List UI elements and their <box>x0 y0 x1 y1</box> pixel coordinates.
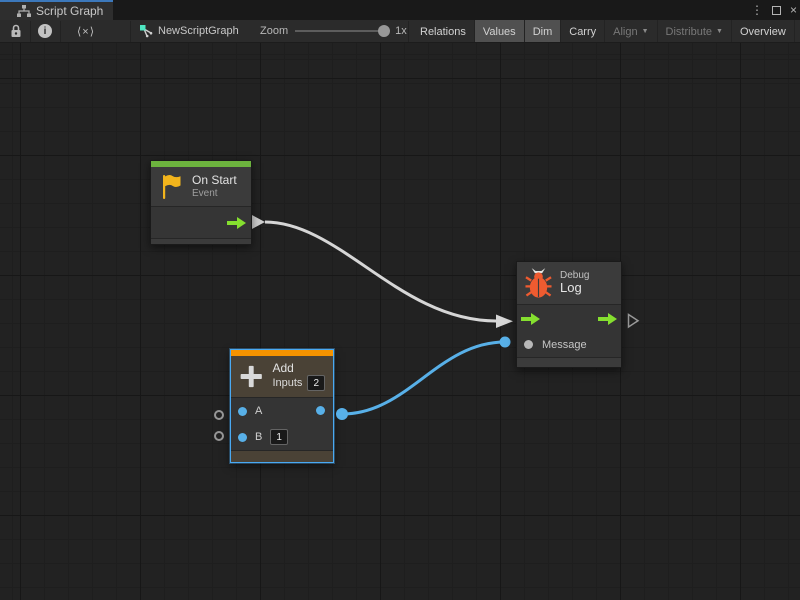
info-icon: i <box>38 24 52 38</box>
toolbar-divider <box>408 21 409 42</box>
node-header: Add Inputs 2 <box>231 356 333 398</box>
toolbar-divider <box>30 21 31 42</box>
node-title: On Start <box>192 174 237 188</box>
graph-toolbar: i ⟨×⟩ NewScriptGraph Zoom 1x Relations <box>0 20 800 43</box>
sum-output-port[interactable] <box>316 406 325 415</box>
flow-continuation-triangle[interactable] <box>629 315 639 328</box>
wire-start-triangle <box>251 215 265 230</box>
zoom-value: 1x <box>395 25 407 37</box>
debug-log-node[interactable]: Debug Log Message <box>516 261 622 368</box>
node-footer <box>151 238 251 244</box>
node-footer <box>231 450 333 462</box>
port-label: B <box>255 431 262 443</box>
sum-output-connection-dot[interactable] <box>336 408 348 420</box>
tab-script-graph[interactable]: Script Graph <box>0 0 113 20</box>
unconnected-port-ring-b[interactable] <box>214 431 224 441</box>
full-screen-button[interactable]: Full S <box>795 20 800 43</box>
flow-input-port[interactable] <box>521 313 540 325</box>
chevron-down-icon: ▼ <box>642 28 649 35</box>
info-button[interactable]: i <box>34 20 56 42</box>
align-dropdown[interactable]: Align ▼ <box>605 20 657 43</box>
graph-hierarchy-icon <box>17 5 31 17</box>
port-dot <box>524 340 533 349</box>
overview-button[interactable]: Overview <box>732 20 795 43</box>
relations-button[interactable]: Relations <box>412 20 475 43</box>
zoom-slider-handle[interactable] <box>378 25 390 37</box>
close-icon[interactable]: × <box>790 0 797 20</box>
node-footer <box>517 357 621 367</box>
zoom-label: Zoom <box>260 25 288 37</box>
toolbar-divider <box>60 21 61 42</box>
distribute-dropdown[interactable]: Distribute ▼ <box>658 20 732 43</box>
code-icon: ⟨×⟩ <box>77 25 95 38</box>
port-label: A <box>255 405 262 417</box>
toolbar-buttons: Relations Values Dim Carry Align ▼ Distr… <box>412 20 800 43</box>
graph-canvas[interactable]: On Start Event <box>0 43 800 600</box>
zoom-slider[interactable] <box>295 30 388 32</box>
tab-bar: Script Graph ⋮ × <box>0 0 800 20</box>
plus-icon <box>239 362 263 391</box>
maximize-icon[interactable] <box>772 6 781 15</box>
window-controls: ⋮ × <box>751 0 797 20</box>
script-graph-asset-icon <box>140 25 153 38</box>
message-input-port[interactable]: Message <box>517 332 621 357</box>
flow-arrow-icon <box>227 217 246 229</box>
port-row-b[interactable]: B 1 <box>231 424 333 450</box>
node-subtitle: Inputs <box>272 377 302 390</box>
wire-arrow-head <box>496 315 513 329</box>
dim-button[interactable]: Dim <box>525 20 562 43</box>
node-header: On Start Event <box>151 167 251 207</box>
port-b-value-field[interactable]: 1 <box>270 429 288 445</box>
flag-icon <box>159 173 184 200</box>
add-node[interactable]: Add Inputs 2 A B 1 <box>230 349 334 463</box>
flow-output-port[interactable] <box>598 313 617 325</box>
unconnected-port-ring-a[interactable] <box>214 410 224 420</box>
lock-icon <box>10 24 22 38</box>
port-dot[interactable] <box>238 433 247 442</box>
node-header: Debug Log <box>517 262 621 305</box>
code-view-button[interactable]: ⟨×⟩ <box>70 20 102 42</box>
wire-end-dot <box>500 337 511 348</box>
flow-wire[interactable] <box>251 215 513 329</box>
port-dot[interactable] <box>238 407 247 416</box>
node-title: Log <box>560 281 589 296</box>
node-title: Add <box>272 362 325 376</box>
zoom-control: Zoom 1x <box>260 20 407 42</box>
graph-name-label: NewScriptGraph <box>158 25 239 37</box>
bug-icon <box>525 267 552 300</box>
script-graph-window: Script Graph ⋮ × i ⟨×⟩ <box>0 0 800 600</box>
chevron-down-icon: ▼ <box>716 28 723 35</box>
trigger-output-port[interactable] <box>151 207 251 238</box>
values-button[interactable]: Values <box>475 20 525 43</box>
tab-title: Script Graph <box>36 4 103 18</box>
value-wire[interactable] <box>342 337 511 415</box>
graph-name[interactable]: NewScriptGraph <box>140 20 239 42</box>
carry-button[interactable]: Carry <box>561 20 605 43</box>
node-subtitle: Event <box>192 188 237 200</box>
toolbar-divider <box>130 21 131 42</box>
port-label: Message <box>542 339 587 351</box>
inputs-count-field[interactable]: 2 <box>307 375 325 391</box>
lock-button[interactable] <box>6 20 26 42</box>
on-start-node[interactable]: On Start Event <box>150 160 252 245</box>
wires-layer <box>0 43 800 600</box>
port-row-a[interactable]: A <box>231 398 333 424</box>
menu-icon[interactable]: ⋮ <box>751 0 763 20</box>
